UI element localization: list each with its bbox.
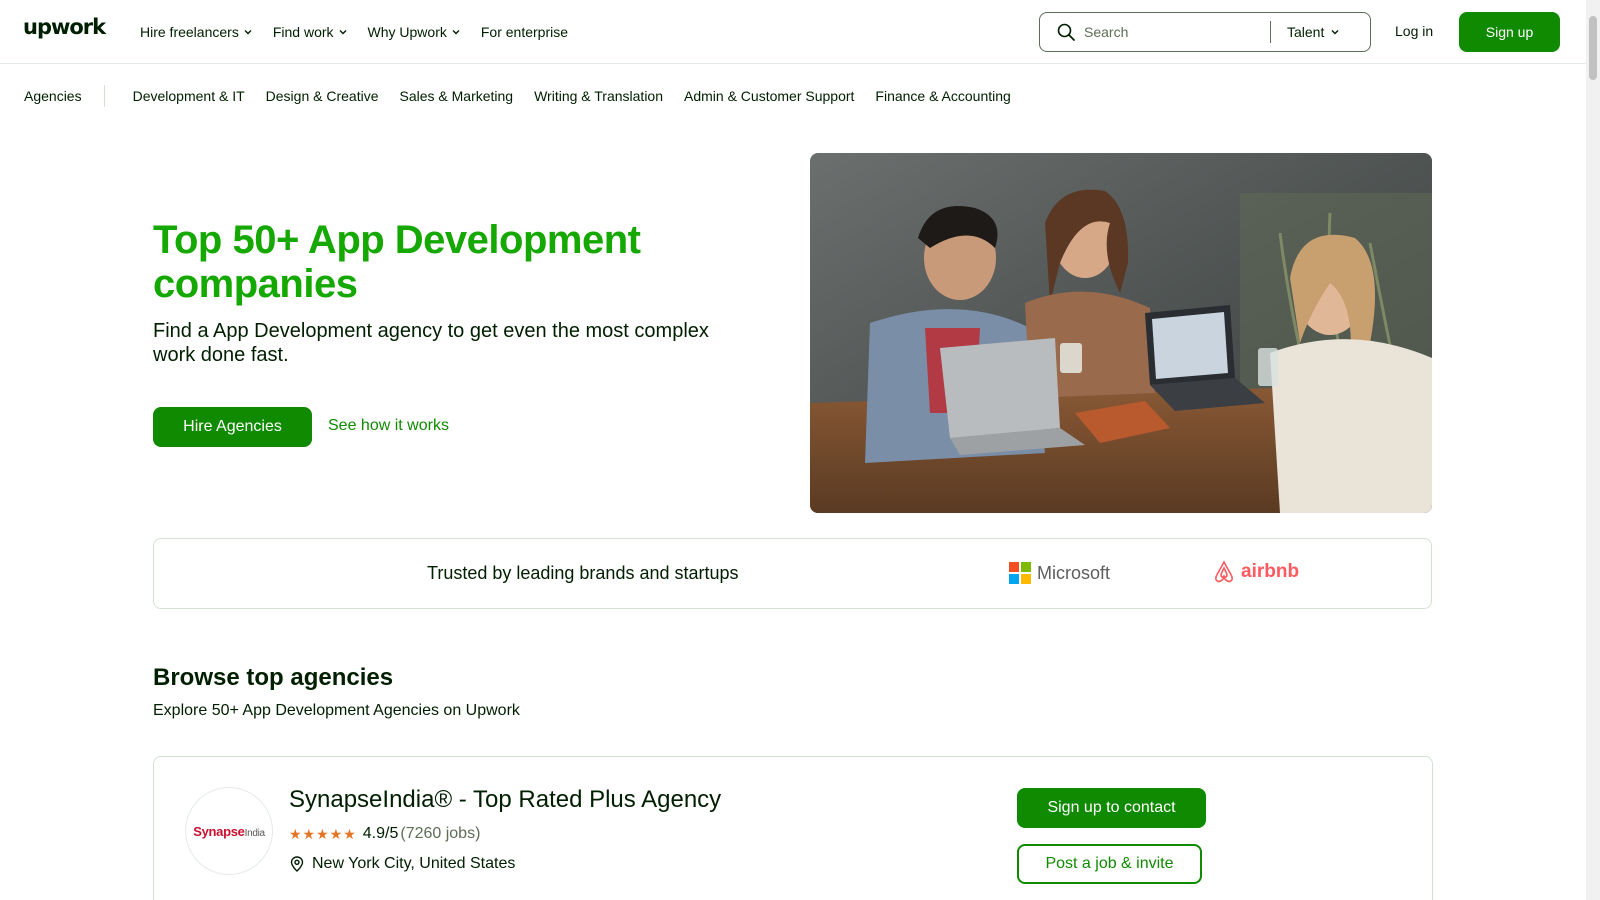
search-scope-label: Talent <box>1287 24 1325 40</box>
chevron-down-icon <box>1331 30 1339 35</box>
trusted-text: Trusted by leading brands and startups <box>427 563 739 583</box>
agency-card: SynapseIndia SynapseIndia® - Top Rated P… <box>153 756 1433 900</box>
microsoft-icon <box>1009 562 1031 584</box>
hero-subtitle: Find a App Development agency to get eve… <box>153 320 709 366</box>
agency-logo[interactable]: SynapseIndia <box>185 787 273 875</box>
category-agencies[interactable]: Agencies <box>24 88 82 104</box>
page-scrollbar[interactable] <box>1586 0 1600 900</box>
signup-button[interactable]: Sign up <box>1459 12 1560 52</box>
trusted-brands-banner: Trusted by leading brands and startups M… <box>153 538 1432 609</box>
microsoft-wordmark: Microsoft <box>1037 562 1111 583</box>
chevron-down-icon <box>452 30 460 35</box>
main-nav: Hire freelancers Find work Why Upwork Fo… <box>140 0 568 64</box>
nav-label: For enterprise <box>480 24 569 40</box>
search-input[interactable] <box>1084 24 1264 40</box>
chevron-down-icon <box>339 30 347 35</box>
agency-logo-text-suffix: India <box>244 827 265 839</box>
nav-hire-freelancers[interactable]: Hire freelancers <box>140 24 253 40</box>
airbnb-logo: airbnb <box>1212 560 1299 584</box>
rating-value: 4.9/5 <box>362 825 399 842</box>
star-rating-icon: ★★★★★ <box>289 825 357 842</box>
nav-label: Hire freelancers <box>140 24 239 40</box>
hero-photo <box>810 153 1432 513</box>
jobs-count: (7260 jobs) <box>400 825 481 842</box>
browse-title: Browse top agencies <box>153 664 394 691</box>
search-divider <box>1270 21 1271 43</box>
location-pin-icon <box>290 856 304 872</box>
agency-logo-text-main: Synapse <box>193 823 245 839</box>
location-text: New York City, United States <box>312 855 516 872</box>
search-scope-dropdown[interactable]: Talent <box>1287 24 1340 40</box>
agency-location: New York City, United States <box>290 855 515 873</box>
category-writing-translation[interactable]: Writing & Translation <box>534 88 663 104</box>
category-divider <box>103 85 105 107</box>
browse-subtitle: Explore 50+ App Development Agencies on … <box>153 702 520 719</box>
category-sales-marketing[interactable]: Sales & Marketing <box>399 88 513 104</box>
upwork-logo[interactable]: upwork <box>23 15 106 39</box>
hire-agencies-button[interactable]: Hire Agencies <box>153 407 312 447</box>
agency-rating: ★★★★★ 4.9/5 (7260 jobs) <box>289 825 480 843</box>
category-bar: Agencies Development & IT Design & Creat… <box>0 64 1032 128</box>
nav-label: Find work <box>272 24 334 40</box>
category-finance-accounting[interactable]: Finance & Accounting <box>875 88 1010 104</box>
agency-name[interactable]: SynapseIndia® - Top Rated Plus Agency <box>289 786 721 814</box>
category-admin-support[interactable]: Admin & Customer Support <box>684 88 854 104</box>
category-development-it[interactable]: Development & IT <box>133 88 245 104</box>
agency-logo-text: SynapseIndia <box>193 824 265 839</box>
category-design-creative[interactable]: Design & Creative <box>266 88 379 104</box>
search-icon[interactable] <box>1056 22 1076 42</box>
nav-find-work[interactable]: Find work <box>273 24 348 40</box>
search-bar: Talent <box>1039 12 1371 52</box>
nav-for-enterprise[interactable]: For enterprise <box>481 24 568 40</box>
scrollbar-thumb[interactable] <box>1589 16 1597 80</box>
sign-up-to-contact-button[interactable]: Sign up to contact <box>1017 788 1206 828</box>
nav-label: Why Upwork <box>367 24 447 40</box>
top-header: upwork Hire freelancers Find work Why Up… <box>0 0 1586 64</box>
microsoft-logo: Microsoft <box>1009 562 1110 584</box>
post-job-invite-button[interactable]: Post a job & invite <box>1017 844 1202 884</box>
airbnb-wordmark: airbnb <box>1241 561 1300 582</box>
airbnb-icon <box>1215 560 1233 583</box>
login-link[interactable]: Log in <box>1395 23 1433 39</box>
chevron-down-icon <box>244 30 252 35</box>
hero-photo-illustration <box>810 153 1432 513</box>
nav-why-upwork[interactable]: Why Upwork <box>368 24 461 40</box>
see-how-it-works-link[interactable]: See how it works <box>328 417 449 435</box>
hero-title: Top 50+ App Development companies <box>153 218 641 306</box>
